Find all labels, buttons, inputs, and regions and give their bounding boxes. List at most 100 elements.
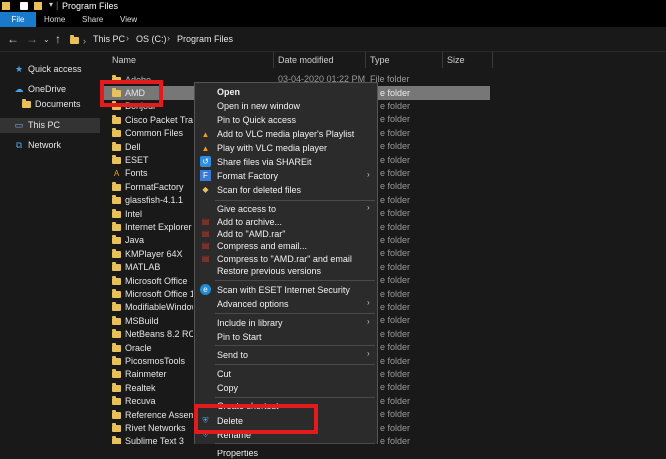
menu-item-include-library[interactable]: Include in library xyxy=(217,317,283,329)
list-item[interactable]: PicosmosTools xyxy=(112,355,185,368)
list-item[interactable]: FormatFactory xyxy=(112,181,184,194)
menu-item-copy[interactable]: Copy xyxy=(217,382,238,394)
tab-file[interactable]: File xyxy=(0,12,36,27)
list-item[interactable]: glassfish-4.1.1 xyxy=(112,194,183,207)
title-separator: | xyxy=(56,0,59,10)
list-item[interactable]: Reference Assemblies xyxy=(112,409,193,422)
row-type: e folder xyxy=(380,88,411,98)
column-header-date[interactable]: Date modified xyxy=(278,55,334,65)
column-divider[interactable] xyxy=(273,52,274,68)
list-item-name: Cisco Packet Tracer xyxy=(125,114,193,125)
folder-icon xyxy=(112,195,121,205)
folder-icon xyxy=(112,356,121,365)
horizontal-scrollbar[interactable] xyxy=(0,444,666,450)
customize-quick-access-icon[interactable]: ▾ xyxy=(49,0,53,9)
list-item[interactable]: KMPlayer 64X xyxy=(112,248,183,261)
column-header-type[interactable]: Type xyxy=(370,55,390,65)
menu-item-cut[interactable]: Cut xyxy=(217,368,231,380)
row-type: e folder xyxy=(380,208,411,219)
menu-item-send-to[interactable]: Send to xyxy=(217,349,248,361)
format-factory-icon: F xyxy=(200,170,211,181)
list-item[interactable]: Intel xyxy=(112,208,142,221)
menu-item-add-archive[interactable]: Add to archive... xyxy=(217,216,282,228)
menu-item-scan-deleted[interactable]: Scan for deleted files xyxy=(217,184,301,196)
tab-share[interactable]: Share xyxy=(82,12,103,27)
list-item-name: Reference Assemblies xyxy=(125,409,193,420)
highlight-box-delete xyxy=(194,404,318,434)
menu-item-scan-eset[interactable]: Scan with ESET Internet Security xyxy=(217,284,350,296)
list-item[interactable]: MATLAB xyxy=(112,261,160,274)
list-item-name: Java xyxy=(125,235,145,246)
menu-item-open[interactable]: Open xyxy=(217,86,240,98)
column-divider[interactable] xyxy=(442,52,443,68)
list-item[interactable]: ModifiableWindowsApps xyxy=(112,301,193,314)
menu-separator xyxy=(215,345,375,346)
chevron-right-icon[interactable]: › xyxy=(167,33,170,43)
list-item-name: Rivet Networks xyxy=(125,423,186,433)
list-item[interactable]: Microsoft Office xyxy=(112,275,187,288)
nav-item-this-pc[interactable]: ▭ This PC xyxy=(14,119,60,132)
menu-item-advanced-options[interactable]: Advanced options xyxy=(217,298,289,310)
menu-item-shareit[interactable]: Share files via SHAREit xyxy=(217,156,312,168)
list-item-name: Intel xyxy=(125,208,143,219)
list-item[interactable]: A Fonts xyxy=(112,167,148,180)
list-item[interactable]: Oracle xyxy=(112,342,152,355)
recent-locations-icon[interactable]: ⌄ xyxy=(43,35,50,44)
nav-item-onedrive[interactable]: ☁ OneDrive xyxy=(14,83,67,96)
menu-item-compress-email[interactable]: Compress and email... xyxy=(217,240,307,252)
address-folder-icon xyxy=(70,35,79,44)
nav-item-documents[interactable]: Documents xyxy=(22,98,81,111)
breadcrumb-os-c[interactable]: OS (C:) xyxy=(136,34,167,44)
nav-item-network[interactable]: ⧉ Network xyxy=(14,139,61,152)
folder-icon xyxy=(112,369,121,379)
list-item[interactable]: Recuva xyxy=(112,395,156,408)
menu-item-vlc-play[interactable]: Play with VLC media player xyxy=(217,142,327,154)
column-divider[interactable] xyxy=(365,52,366,68)
new-folder-icon[interactable] xyxy=(34,2,42,10)
list-item[interactable]: NetBeans 8.2 RC xyxy=(112,328,193,341)
up-arrow-icon[interactable]: ↑ xyxy=(55,32,61,46)
tab-view[interactable]: View xyxy=(120,12,137,27)
address-box[interactable]: › This PC › OS (C:) › Program Files xyxy=(66,30,666,48)
menu-item-give-access[interactable]: Give access to xyxy=(217,203,276,215)
menu-item-pin-start[interactable]: Pin to Start xyxy=(217,331,262,343)
column-header-size[interactable]: Size xyxy=(447,55,465,65)
breadcrumb-this-pc[interactable]: This PC xyxy=(93,34,125,44)
menu-item-open-new-window[interactable]: Open in new window xyxy=(217,100,300,112)
menu-item-format-factory[interactable]: Format Factory xyxy=(217,170,278,182)
folder-icon xyxy=(112,302,121,312)
list-item[interactable]: Common Files xyxy=(112,127,183,140)
row-type: e folder xyxy=(380,342,411,353)
list-item[interactable]: Rainmeter xyxy=(112,368,167,381)
column-header-name[interactable]: Name xyxy=(112,55,136,65)
menu-item-vlc-playlist[interactable]: Add to VLC media player's Playlist xyxy=(217,128,354,140)
list-item[interactable]: Dell xyxy=(112,141,141,154)
chevron-right-icon[interactable]: › xyxy=(126,33,129,43)
navigation-pane xyxy=(0,52,100,450)
menu-item-add-amd-rar[interactable]: Add to "AMD.rar" xyxy=(217,228,285,240)
list-item[interactable]: Microsoft Office 15 xyxy=(112,288,193,301)
list-item[interactable]: Internet Explorer xyxy=(112,221,192,234)
list-item-name: KMPlayer 64X xyxy=(125,248,183,259)
tab-home[interactable]: Home xyxy=(44,12,65,27)
folder-icon xyxy=(112,289,121,298)
list-item[interactable]: Java xyxy=(112,234,144,247)
nav-label: Network xyxy=(28,140,62,150)
properties-icon[interactable] xyxy=(20,2,28,10)
menu-item-restore-versions[interactable]: Restore previous versions xyxy=(217,265,321,277)
nav-item-quick-access[interactable]: ★ Quick access xyxy=(14,63,82,76)
forward-arrow-icon[interactable]: → xyxy=(26,32,38,46)
list-item-name: Oracle xyxy=(125,342,152,353)
column-divider[interactable] xyxy=(492,52,493,68)
submenu-arrow-icon: › xyxy=(367,298,370,307)
list-item[interactable]: Cisco Packet Tracer xyxy=(112,114,193,127)
menu-item-compress-amd-email[interactable]: Compress to "AMD.rar" and email xyxy=(217,253,352,265)
list-item[interactable]: ESET xyxy=(112,154,149,167)
back-arrow-icon[interactable]: ← xyxy=(7,32,19,46)
list-item[interactable]: Rivet Networks xyxy=(112,422,186,435)
menu-item-pin-quick-access[interactable]: Pin to Quick access xyxy=(217,114,296,126)
breadcrumb-program-files[interactable]: Program Files xyxy=(177,34,233,44)
folder-icon xyxy=(112,329,121,339)
list-item[interactable]: Realtek xyxy=(112,382,156,395)
list-item[interactable]: MSBuild xyxy=(112,315,159,328)
